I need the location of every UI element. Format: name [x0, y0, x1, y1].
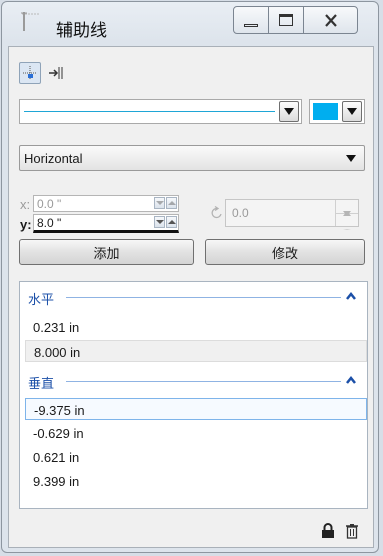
chevron-up-icon[interactable]: [345, 290, 357, 302]
snap-guideline-tool-button[interactable]: [45, 62, 67, 84]
minimize-icon: [244, 23, 258, 27]
guideline-grid-icon: [23, 66, 37, 80]
title-bar[interactable]: 辅助线: [2, 2, 378, 46]
modify-button[interactable]: 修改: [205, 239, 365, 265]
group-title: 水平: [28, 292, 55, 307]
x-decrement-button[interactable]: [154, 197, 165, 209]
chevron-up-icon[interactable]: [345, 374, 357, 386]
guidelines-app-icon: [21, 12, 40, 31]
list-item[interactable]: -9.375 in: [25, 398, 367, 420]
minimize-button[interactable]: [233, 6, 269, 34]
y-coordinate-input[interactable]: 8.0 ": [33, 214, 179, 233]
list-item[interactable]: 0.231 in: [25, 316, 367, 338]
list-item[interactable]: 9.399 in: [25, 470, 367, 492]
line-style-dropdown-button[interactable]: [279, 101, 299, 122]
rotate-icon: [211, 205, 222, 219]
angle-input[interactable]: 0.0: [225, 199, 359, 230]
y-decrement-button[interactable]: [154, 216, 165, 228]
x-label: x:: [20, 197, 31, 212]
line-style-dropdown[interactable]: [19, 99, 302, 124]
orientation-dropdown[interactable]: Horizontal: [19, 145, 365, 171]
close-button[interactable]: [303, 6, 358, 34]
group-header-vertical[interactable]: 垂直: [20, 371, 367, 391]
y-label: y:: [20, 217, 32, 232]
guideline-tool-button[interactable]: [19, 62, 41, 84]
add-button[interactable]: 添加: [19, 239, 194, 265]
list-item[interactable]: 8.000 in: [25, 340, 367, 362]
list-item[interactable]: 0.621 in: [25, 446, 367, 468]
color-dropdown-button[interactable]: [342, 101, 362, 122]
guidelines-panel: Horizontal x: 0.0 " y: 8.0 " 0.0 添加 修改 水…: [8, 46, 374, 548]
lock-icon[interactable]: [321, 523, 335, 539]
line-style-preview: [24, 111, 275, 112]
y-coordinate-value: 8.0 ": [37, 216, 62, 230]
x-coordinate-value: 0.0 ": [37, 197, 62, 211]
snap-to-guideline-icon: [49, 67, 63, 79]
maximize-icon: [279, 14, 293, 26]
orientation-value: Horizontal: [24, 151, 83, 166]
list-item[interactable]: -0.629 in: [25, 422, 367, 444]
chevron-down-icon: [284, 108, 294, 115]
chevron-down-icon: [347, 108, 357, 115]
angle-decrement-button[interactable]: [336, 211, 358, 230]
angle-value: 0.0: [232, 206, 249, 220]
x-coordinate-input[interactable]: 0.0 ": [33, 195, 179, 212]
group-title: 垂直: [28, 376, 55, 391]
chevron-down-icon: [346, 155, 356, 162]
window-title: 辅助线: [56, 21, 107, 40]
maximize-button[interactable]: [268, 6, 304, 34]
guidelines-window: 辅助线 Horizontal x: 0.0 " y: 8.0 " 0.0 添加 …: [1, 1, 379, 553]
color-swatch: [313, 103, 338, 120]
delete-icon[interactable]: [345, 523, 359, 539]
group-header-horizontal[interactable]: 水平: [20, 287, 367, 307]
x-increment-button[interactable]: [166, 197, 177, 209]
y-increment-button[interactable]: [166, 216, 177, 228]
guideline-color-picker[interactable]: [309, 99, 365, 124]
close-icon: [324, 13, 337, 27]
guidelines-list: 水平 0.231 in 8.000 in 垂直 -9.375 in -0.629…: [19, 281, 368, 509]
